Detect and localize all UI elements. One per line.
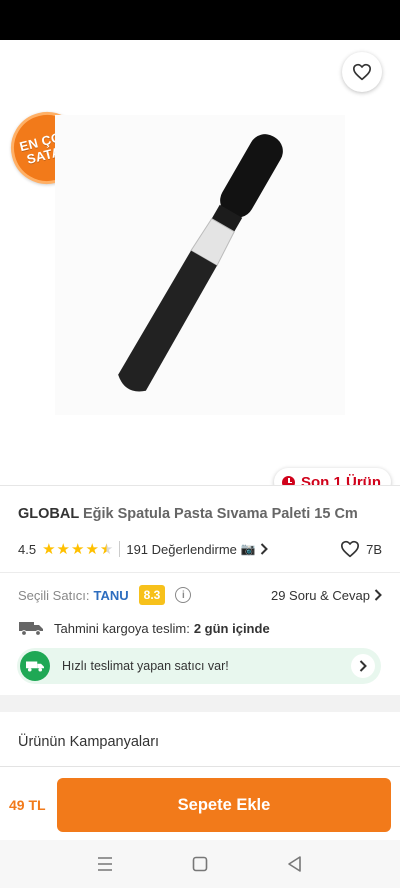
likes-button[interactable]: 7B [340,540,382,558]
product-brand[interactable]: GLOBAL [18,506,79,522]
qa-link[interactable]: 29 Soru & Cevap [271,588,382,603]
fast-truck-icon [20,651,50,681]
add-to-cart-button[interactable]: Sepete Ekle [57,778,391,832]
shipping-label: Tahmini kargoya teslim: [54,620,190,636]
likes-count: 7B [366,541,382,557]
product-info: GLOBAL Eğik Spatula Pasta Sıvama Paleti … [0,485,400,695]
product-title: GLOBAL Eğik Spatula Pasta Sıvama Paleti … [18,506,388,522]
system-nav-bar [0,840,400,888]
product-name: Eğik Spatula Pasta Sıvama Paleti 15 Cm [82,506,358,522]
divider [0,572,400,573]
price: 49 TL [9,797,46,813]
share-icon [292,61,312,83]
chevron-right-icon [351,654,375,678]
star-icon: ★ [56,540,70,558]
heart-outline-icon [341,540,360,558]
camera-icon: 📷 [240,542,256,556]
half-star-icon: ★ [99,540,114,558]
divider [119,541,121,557]
campaigns-title: Ürünün Kampanyaları [18,734,160,750]
back-triangle-icon[interactable] [285,855,305,873]
heart-outline-icon [353,63,371,81]
rating-value: 4.5 [18,541,37,557]
back-arrow-icon [21,62,41,80]
home-icon[interactable] [190,855,210,873]
product-hero: EN ÇOK SATAN Son 1 Ürün [0,40,400,496]
menu-icon[interactable] [95,855,115,873]
shipping-value: 2 gün içinde [193,620,270,636]
back-button[interactable] [14,56,48,86]
shipping-row: Tahmini kargoya teslim: 2 gün içinde [18,617,382,639]
info-icon[interactable]: i [175,587,192,603]
reviews-count: 191 Değerlendirme [126,541,237,557]
buy-bar: 49 TL Sepete Ekle [0,766,400,840]
star-icon: ★ [85,540,99,558]
fast-delivery-banner[interactable]: Hızlı teslimat yapan satıcı var! [17,648,381,684]
rating-row: 4.5 ★ ★ ★ ★ ★ 191 Değerlendirme 📷 7B [18,539,382,559]
rating-stars: ★ ★ ★ ★ ★ [42,542,113,557]
status-bar [0,0,400,40]
seller-row: Seçili Satıcı: TANU 8.3 i 29 Soru & Ceva… [18,583,382,607]
chevron-right-icon [260,543,268,555]
star-icon: ★ [70,540,85,558]
qa-text: 29 Soru & Cevap [270,587,370,603]
spatula-image [118,134,283,392]
star-icon: ★ [42,540,56,558]
seller-label: Seçili Satıcı: [18,587,90,603]
product-image[interactable] [55,115,345,415]
reviews-link[interactable]: 191 Değerlendirme 📷 [126,542,268,557]
fast-delivery-text: Hızlı teslimat yapan satıcı var! [62,659,229,673]
seller-name-link[interactable]: TANU [94,588,129,603]
chevron-right-icon [374,589,382,601]
share-button[interactable] [286,56,318,88]
campaigns-section[interactable]: Ürünün Kampanyaları [0,712,400,770]
favorite-button[interactable] [342,52,382,92]
top-bar [0,40,400,102]
seller-score-badge: 8.3 [138,585,166,605]
truck-icon [19,622,43,636]
